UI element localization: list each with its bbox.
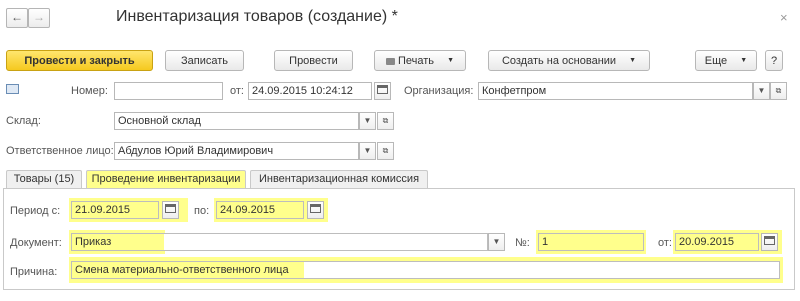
- doc-date-calendar-button[interactable]: [761, 233, 778, 251]
- open-link-icon: ⧉: [775, 86, 782, 95]
- warehouse-open-button[interactable]: ⧉: [377, 112, 394, 130]
- page-title: Инвентаризация товаров (создание) *: [116, 8, 398, 25]
- arrow-left-icon: ←: [11, 10, 23, 24]
- open-link-icon: ⧉: [382, 116, 389, 125]
- tab-goods[interactable]: Товары (15): [6, 170, 82, 188]
- tab-inventory-conduct[interactable]: Проведение инвентаризации: [86, 170, 246, 188]
- arrow-right-icon: →: [33, 10, 45, 24]
- chevron-down-icon: ▼: [447, 57, 455, 65]
- period-to-field[interactable]: 24.09.2015: [216, 201, 304, 219]
- organization-open-button[interactable]: ⧉: [770, 82, 787, 100]
- doc-date-label: от:: [658, 237, 672, 249]
- calendar-icon: [377, 85, 388, 94]
- reason-label: Причина:: [10, 266, 58, 278]
- doc-number-field[interactable]: 1: [538, 233, 644, 251]
- calendar-button[interactable]: [374, 82, 391, 100]
- forward-button[interactable]: →: [28, 8, 50, 28]
- document-icon: [6, 84, 19, 94]
- responsible-open-button[interactable]: ⧉: [377, 142, 394, 160]
- document-label: Документ:: [10, 237, 62, 249]
- number-field[interactable]: [114, 82, 223, 100]
- period-from-label: Период с:: [10, 205, 61, 217]
- organization-label: Организация:: [404, 85, 474, 97]
- print-label: Печать: [398, 55, 435, 67]
- chevron-down-icon: ▼: [757, 86, 766, 95]
- open-link-icon: ⧉: [382, 146, 389, 155]
- number-label: Номер:: [71, 85, 108, 97]
- tab-inventory-commission[interactable]: Инвентаризационная комиссия: [250, 170, 428, 188]
- doc-date-field[interactable]: 20.09.2015: [675, 233, 759, 251]
- back-button[interactable]: ←: [6, 8, 28, 28]
- date-field[interactable]: 24.09.2015 10:24:12: [248, 82, 372, 100]
- print-button[interactable]: Печать ▼: [374, 50, 466, 71]
- create-based-label: Создать на основании: [501, 55, 617, 67]
- chevron-down-icon: ▼: [363, 116, 372, 125]
- calendar-icon: [165, 204, 176, 213]
- chevron-down-icon: ▼: [740, 57, 748, 65]
- period-from-calendar-button[interactable]: [162, 201, 179, 219]
- warehouse-dropdown-button[interactable]: ▼: [359, 112, 376, 130]
- chevron-down-icon: ▼: [363, 146, 372, 155]
- period-to-calendar-button[interactable]: [307, 201, 324, 219]
- responsible-dropdown-button[interactable]: ▼: [359, 142, 376, 160]
- chevron-down-icon: ▼: [629, 57, 637, 65]
- post-and-close-button[interactable]: Провести и закрыть: [6, 50, 153, 71]
- more-label: Еще: [704, 55, 728, 67]
- printer-icon: [385, 57, 395, 65]
- reason-field[interactable]: Смена материально-ответственного лица: [71, 261, 780, 279]
- doc-number-label: №:: [515, 237, 530, 249]
- organization-field[interactable]: Конфетпром: [478, 82, 753, 100]
- date-label: от:: [230, 85, 244, 97]
- chevron-down-icon: ▼: [492, 237, 501, 246]
- warehouse-field[interactable]: Основной склад: [114, 112, 359, 130]
- help-button[interactable]: ?: [765, 50, 783, 71]
- more-button[interactable]: Еще ▼: [695, 50, 757, 71]
- close-icon[interactable]: ×: [780, 10, 788, 25]
- responsible-field[interactable]: Абдулов Юрий Владимирович: [114, 142, 359, 160]
- organization-dropdown-button[interactable]: ▼: [753, 82, 770, 100]
- calendar-icon: [310, 204, 321, 213]
- responsible-label: Ответственное лицо:: [6, 145, 114, 157]
- calendar-icon: [764, 236, 775, 245]
- save-button[interactable]: Записать: [165, 50, 244, 71]
- document-field[interactable]: Приказ: [71, 233, 488, 251]
- post-button[interactable]: Провести: [274, 50, 353, 71]
- document-dropdown-button[interactable]: ▼: [488, 233, 505, 251]
- period-to-label: по:: [194, 205, 210, 217]
- warehouse-label: Склад:: [6, 115, 41, 127]
- create-based-on-button[interactable]: Создать на основании ▼: [488, 50, 650, 71]
- period-from-field[interactable]: 21.09.2015: [71, 201, 159, 219]
